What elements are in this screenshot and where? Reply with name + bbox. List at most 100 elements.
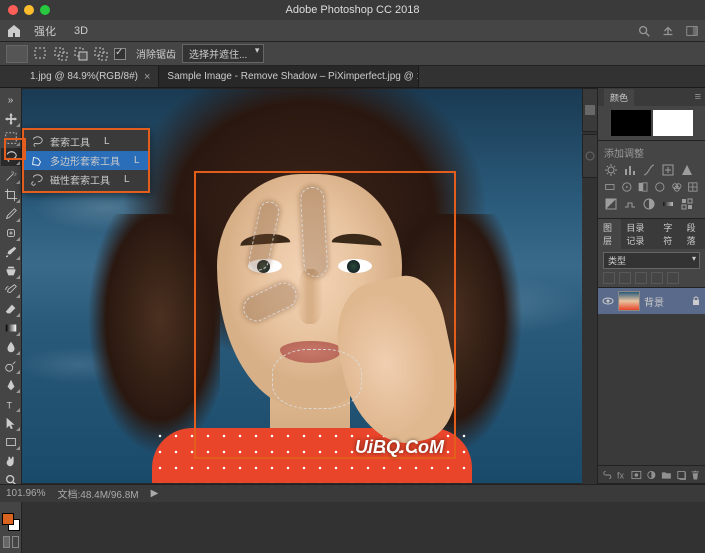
panel-tab[interactable]: 图层 (598, 219, 621, 249)
trash-icon[interactable] (690, 469, 701, 481)
workspace-icon[interactable] (685, 24, 699, 38)
magic-wand-tool[interactable] (1, 167, 21, 185)
clone-stamp-tool[interactable] (1, 262, 21, 280)
channel-mixer-icon[interactable] (671, 180, 683, 194)
flyout-item-lasso[interactable]: 套索工具 L (24, 132, 148, 151)
eyedropper-tool[interactable] (1, 205, 21, 223)
tab-label: Sample Image - Remove Shadow – PiXimperf… (167, 71, 419, 82)
panel-tab[interactable]: 字符 (658, 219, 681, 249)
close-window-button[interactable] (8, 5, 18, 15)
watermark: UiBQ.CoM (355, 437, 444, 458)
chevron-right-icon[interactable]: ▶ (151, 488, 159, 499)
new-layer-icon[interactable] (676, 469, 687, 481)
collapsed-panel-tab[interactable] (582, 134, 597, 178)
gradient-tool[interactable] (1, 319, 21, 337)
move-tool[interactable] (1, 110, 21, 128)
adjustment-layer-icon[interactable] (646, 469, 657, 481)
brush-tool[interactable] (1, 243, 21, 261)
history-brush-tool[interactable] (1, 281, 21, 299)
image-eye (338, 259, 372, 273)
color-swatches[interactable] (2, 513, 20, 531)
sub-selection-icon[interactable] (74, 47, 88, 61)
hand-tool[interactable] (1, 452, 21, 470)
share-icon[interactable] (661, 24, 675, 38)
poly-lasso-icon (30, 154, 44, 168)
home-icon[interactable] (6, 23, 22, 39)
intersect-selection-icon[interactable] (94, 47, 108, 61)
mask-icon[interactable] (631, 469, 642, 481)
flyout-item-mag-lasso[interactable]: 磁性套索工具 L (24, 170, 148, 189)
dodge-tool[interactable] (1, 357, 21, 375)
menu-item[interactable]: 强化 (28, 23, 62, 39)
eraser-tool[interactable] (1, 300, 21, 318)
lasso-tool[interactable] (1, 148, 21, 166)
title-bar: Adobe Photoshop CC 2018 (0, 0, 705, 20)
screen-mode[interactable] (1, 536, 21, 550)
exposure-icon[interactable] (661, 163, 675, 177)
zoom-level[interactable]: 101.96% (6, 488, 45, 499)
panel-tab[interactable]: 段落 (682, 219, 705, 249)
posterize-icon[interactable] (623, 197, 637, 211)
crop-tool[interactable] (1, 186, 21, 204)
layer-filter-select[interactable]: 类型 (603, 252, 700, 269)
fx-icon[interactable]: fx (617, 469, 628, 481)
panel-tab[interactable]: 颜色 (604, 89, 634, 106)
lasso-tool-flyout: 套索工具 L 多边形套索工具 L 磁性套索工具 L (22, 128, 150, 193)
search-icon[interactable] (637, 24, 651, 38)
levels-icon[interactable] (623, 163, 637, 177)
menu-item[interactable]: 3D (68, 25, 94, 37)
minimize-window-button[interactable] (24, 5, 34, 15)
layers-panel: 图层 目录记录 字符 段落 类型 背景 fx (598, 219, 705, 484)
collapse-icon[interactable]: » (1, 91, 21, 109)
vibrance-icon[interactable] (680, 163, 694, 177)
visibility-icon[interactable] (602, 295, 614, 307)
rectangle-tool[interactable] (1, 433, 21, 451)
collapsed-panel-tab[interactable] (582, 88, 597, 132)
flyout-item-poly-lasso[interactable]: 多边形套索工具 L (24, 151, 148, 170)
link-icon[interactable] (602, 469, 613, 481)
panel-menu-icon[interactable]: ≡ (695, 91, 701, 103)
color-swatches-large[interactable] (598, 106, 705, 140)
threshold-icon[interactable] (642, 197, 656, 211)
hue-icon[interactable] (604, 180, 616, 194)
layer-thumbnail[interactable] (618, 291, 640, 311)
group-icon[interactable] (661, 469, 672, 481)
blur-tool[interactable] (1, 338, 21, 356)
curves-icon[interactable] (642, 163, 656, 177)
antialias-label: 消除锯齿 (136, 46, 176, 61)
document-tab[interactable]: Sample Image - Remove Shadow – PiXimperf… (159, 66, 419, 87)
filter-type-icon[interactable] (635, 272, 647, 284)
bw-icon[interactable] (637, 180, 649, 194)
photo-filter-icon[interactable] (654, 180, 666, 194)
panel-tab[interactable]: 目录记录 (621, 219, 658, 249)
filter-smart-icon[interactable] (667, 272, 679, 284)
pen-tool[interactable] (1, 376, 21, 394)
close-icon[interactable]: × (144, 71, 150, 83)
brightness-icon[interactable] (604, 163, 618, 177)
layer-name[interactable]: 背景 (644, 294, 664, 309)
layer-row[interactable]: 背景 (598, 288, 705, 314)
filter-adj-icon[interactable] (619, 272, 631, 284)
image-shadow (298, 183, 331, 279)
tool-preset-picker[interactable] (6, 45, 28, 63)
marquee-tool[interactable] (1, 129, 21, 147)
new-selection-icon[interactable] (34, 47, 48, 61)
document-tab[interactable]: 1.jpg @ 84.9%(RGB/8#)× (22, 66, 159, 87)
gradient-map-icon[interactable] (661, 197, 675, 211)
invert-icon[interactable] (604, 197, 618, 211)
flyout-label: 多边形套索工具 (50, 153, 120, 168)
doc-info[interactable]: 文档:48.4M/96.8M (57, 486, 138, 501)
filter-shape-icon[interactable] (651, 272, 663, 284)
layers-footer: fx (598, 465, 705, 483)
type-tool[interactable]: T (1, 395, 21, 413)
add-selection-icon[interactable] (54, 47, 68, 61)
filter-pixel-icon[interactable] (603, 272, 615, 284)
path-select-tool[interactable] (1, 414, 21, 432)
maximize-window-button[interactable] (40, 5, 50, 15)
color-balance-icon[interactable] (621, 180, 633, 194)
selective-color-icon[interactable] (680, 197, 694, 211)
select-and-mask-button[interactable]: 选择并遮住... (182, 44, 264, 63)
healing-brush-tool[interactable] (1, 224, 21, 242)
lookup-icon[interactable] (687, 180, 699, 194)
antialias-checkbox[interactable] (114, 48, 126, 60)
